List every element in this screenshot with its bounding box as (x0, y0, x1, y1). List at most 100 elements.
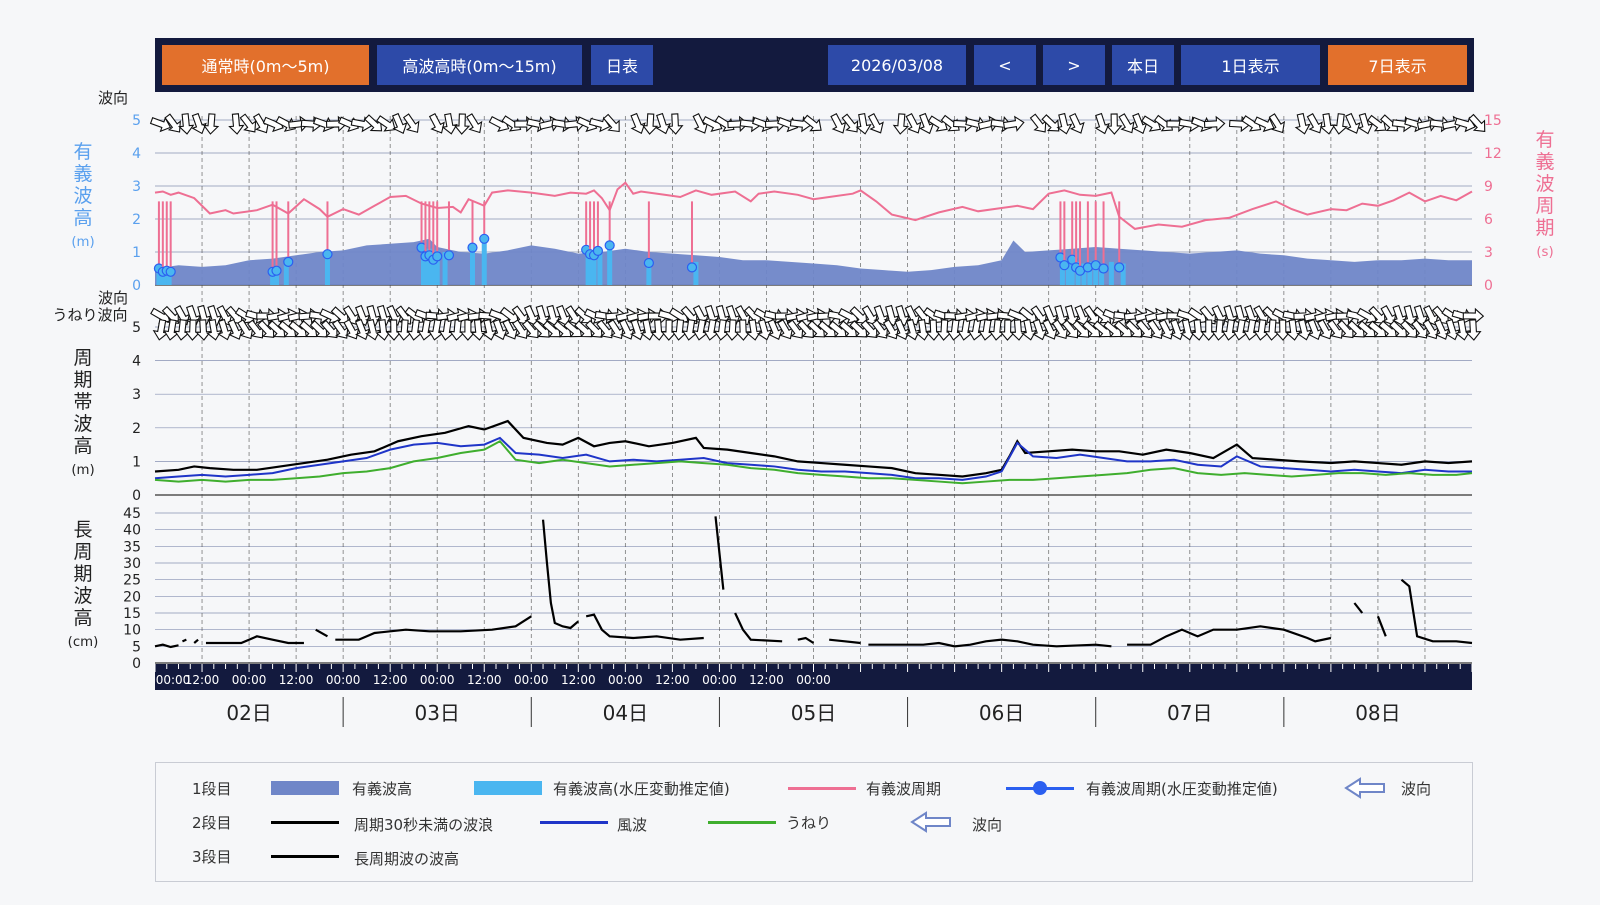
bar-sig-height-pressure (1108, 261, 1114, 285)
p2-swell-direction-label: うねり波向 (52, 306, 127, 324)
legend-sig-height-pressure: 有義波高(水圧変動推定値) (553, 780, 730, 798)
p1-right-axis-label: 期 (1535, 217, 1554, 239)
p2-swell-direction-arrow (724, 319, 741, 341)
legend-marker-sig-period-pressure (1033, 781, 1047, 795)
hollow-arrow-icon (1068, 112, 1085, 134)
series-long-period-segment (335, 615, 532, 641)
marker-sig-period-pressure (1114, 262, 1125, 273)
series-long-period-segment (868, 638, 1112, 648)
hollow-arrow-icon (191, 112, 207, 135)
series-long-period-segment (797, 636, 815, 644)
hollow-arrow-icon (956, 319, 974, 341)
legend-sig-period: 有義波周期 (866, 780, 942, 798)
time-tick-label: 12:00 (279, 673, 314, 687)
hollow-arrow-icon (195, 319, 212, 341)
legend-swell: うねり (786, 814, 832, 832)
series-long-period-segment (205, 635, 304, 645)
p1-wave-direction-arrow (867, 113, 884, 134)
p2-swell-direction-arrow (459, 319, 477, 341)
p2-swell-direction-arrow (660, 319, 678, 341)
legend-long-period: 長周期波の波高 (354, 850, 460, 868)
y2-tick-label: 12 (1484, 146, 1502, 162)
y2-tick-label: 9 (1484, 179, 1493, 195)
hollow-arrow-icon (988, 319, 1006, 341)
hollow-arrow-icon (1094, 112, 1110, 135)
hollow-arrow-icon (935, 319, 953, 341)
series-long-period-segment (154, 643, 179, 649)
grid-lines (155, 116, 1472, 664)
time-tick-label: 12:00 (655, 673, 690, 687)
p1-right-axis-label: 周 (1535, 195, 1554, 217)
legend-swatch-wind-wave (540, 821, 608, 824)
series-long-period-segment (1376, 615, 1387, 637)
bar-sig-height-pressure (607, 245, 613, 285)
legend-wave-direction-1: 波向 (1401, 780, 1432, 798)
p1-right-axis-label: 義 (1535, 151, 1554, 173)
p2-swell-direction-arrow (1010, 319, 1027, 341)
marker-sig-period-pressure (1059, 260, 1070, 271)
hollow-arrow-icon (459, 319, 477, 341)
hollow-arrow-icon (1010, 319, 1027, 341)
p1-right-axis-label: 波 (1535, 173, 1554, 195)
p3-left-axis-label: 長 (73, 519, 92, 541)
time-tick-label: 00:00 (608, 673, 643, 687)
p1-wave-direction-arrow (1068, 112, 1085, 134)
p1-wave-direction-arrow (1094, 112, 1110, 135)
y-tick-label-p3: 40 (123, 523, 141, 539)
y2-tick-label: 0 (1484, 278, 1493, 294)
day-label: 04日 (603, 701, 648, 725)
legend-sig-height: 有義波高 (352, 780, 413, 798)
p1-wave-direction-arrow (1002, 115, 1025, 132)
hollow-arrow-icon (630, 112, 646, 135)
time-tick-label: 12:00 (561, 673, 596, 687)
time-tick-label: 00:00 (514, 673, 549, 687)
hollow-arrow-icon (1465, 319, 1482, 341)
p1-wave-direction-arrow (630, 112, 646, 135)
marker-sig-period-pressure (322, 249, 333, 260)
p2-swell-direction-arrow (988, 319, 1006, 341)
p1-wave-direction-arrow (191, 112, 207, 135)
day-label: 06日 (979, 701, 1024, 725)
p2-swell-direction-arrow (449, 319, 466, 341)
y2-tick-label: 6 (1484, 212, 1493, 228)
legend-row2-label: 2段目 (192, 814, 232, 832)
marker-sig-period-pressure (283, 256, 294, 267)
panel-1-significant-wave (153, 181, 1473, 285)
hollow-arrow-icon (910, 811, 951, 833)
hollow-arrow-icon (867, 113, 884, 134)
p3-left-axis-label: (cm) (68, 635, 99, 650)
y-tick-label-p2: 4 (132, 354, 141, 370)
marker-sig-period-pressure (271, 265, 282, 276)
p2-direction-label: 波向 (98, 289, 128, 307)
hollow-arrow-icon (724, 319, 741, 341)
day-label: 02日 (226, 701, 271, 725)
legend-wave-direction-2: 波向 (972, 816, 1003, 834)
p3-left-axis-label: 期 (73, 563, 92, 585)
y-tick-label-p1: 2 (132, 212, 141, 228)
day-label: 05日 (791, 701, 836, 725)
time-tick-label: 00:00 (796, 673, 831, 687)
series-long-period-segment (315, 628, 329, 638)
p3-left-axis-label: 周 (73, 541, 92, 563)
legend-swatch-swell (708, 821, 776, 824)
series-long-period-segment (182, 638, 187, 643)
p2-left-axis-label: 周 (73, 347, 92, 369)
p1-wave-direction-arrow (655, 112, 671, 135)
time-tick-label: 00:00 (702, 673, 737, 687)
p2-left-axis-label: (m) (71, 463, 94, 478)
y-tick-label-p3: 25 (123, 573, 141, 589)
hollow-arrow-icon (449, 319, 466, 341)
y2-tick-label: 3 (1484, 245, 1493, 261)
p2-left-axis-label: 帯 (73, 391, 92, 413)
legend-swatch-sig-height (271, 781, 339, 795)
bar-sig-height-pressure (324, 256, 330, 285)
y-tick-label-p3: 10 (123, 623, 141, 639)
series-long-period-segment (585, 613, 704, 641)
hollow-arrow-icon (466, 113, 483, 134)
p3-left-axis-label: 高 (73, 607, 92, 629)
legend-swatch-sig-period (788, 787, 856, 790)
p1-direction-label: 波向 (98, 89, 128, 107)
legend-row1-label: 1段目 (192, 780, 232, 798)
day-label: 07日 (1167, 701, 1212, 725)
marker-sig-period-pressure (686, 262, 698, 273)
